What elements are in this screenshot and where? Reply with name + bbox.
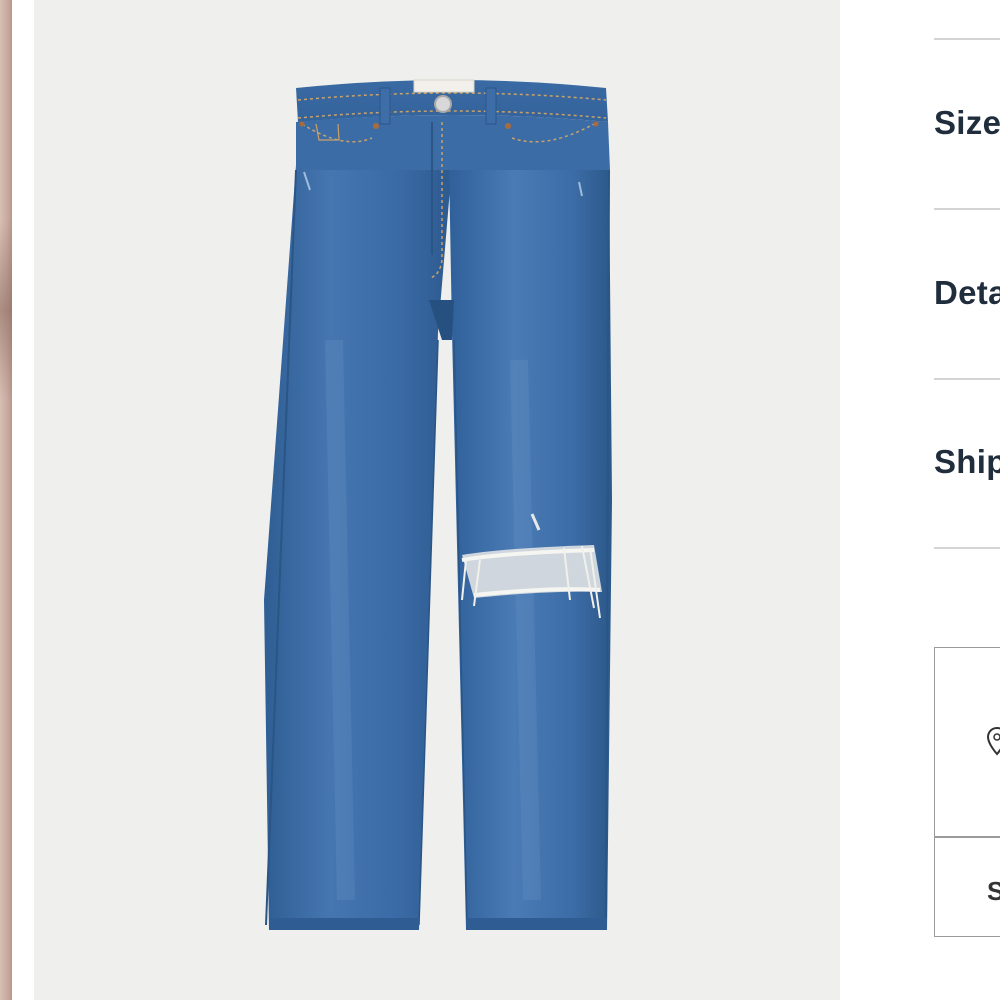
accordion-size-label[interactable]: Size — [934, 104, 1000, 142]
product-info-panel: Size Details Shipping S — [840, 0, 1000, 1000]
accordion-divider — [934, 378, 1000, 380]
jeans-photo — [264, 79, 612, 930]
accordion-shipping-label[interactable]: Shipping — [934, 443, 1000, 481]
accordion-divider — [934, 208, 1000, 210]
product-image[interactable] — [34, 0, 840, 1000]
product-page: Size Details Shipping S — [0, 0, 1000, 1000]
location-pin-icon — [987, 726, 1000, 756]
accordion-details-label[interactable]: Details — [934, 274, 1000, 312]
accordion-divider — [934, 38, 1000, 40]
previous-product-image[interactable] — [0, 0, 12, 1000]
image-gap — [12, 0, 34, 1000]
store-pickup-label[interactable]: S — [987, 876, 1000, 907]
accordion-divider — [934, 547, 1000, 549]
store-pickup-box[interactable]: S — [934, 647, 1000, 937]
